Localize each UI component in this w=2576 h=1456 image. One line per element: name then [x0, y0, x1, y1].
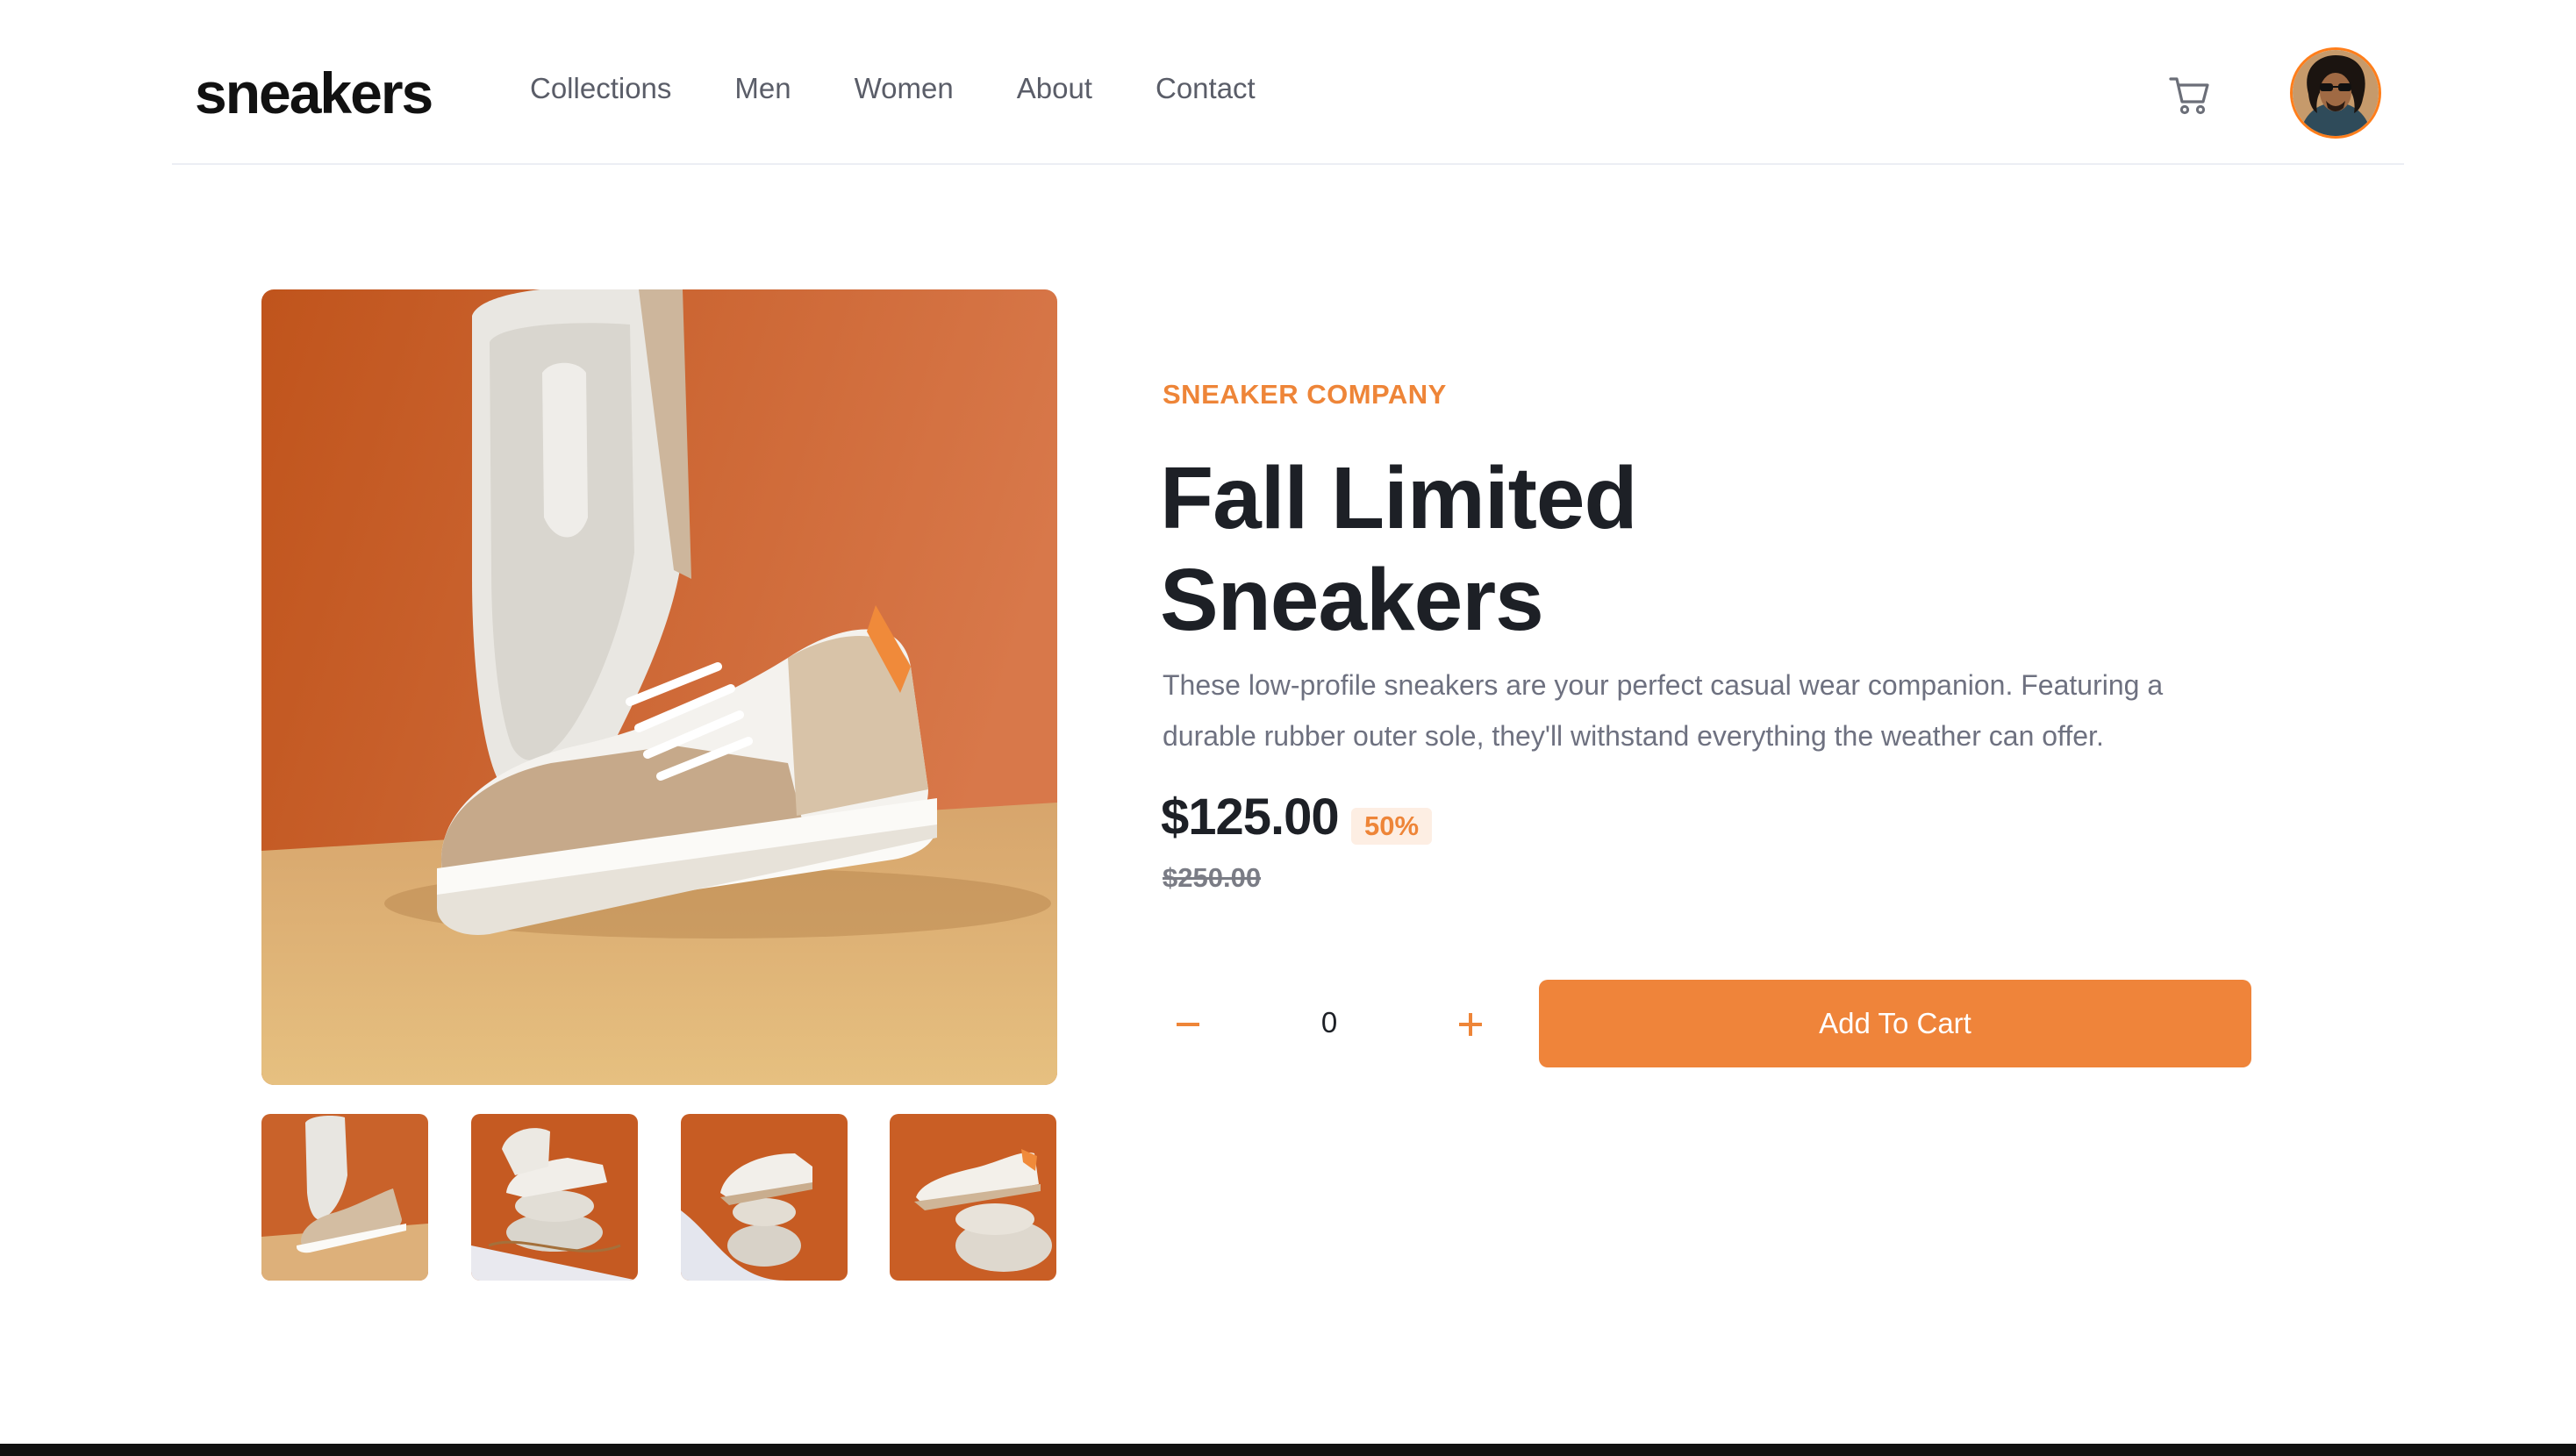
nav-item-women[interactable]: Women	[855, 72, 954, 105]
site-logo[interactable]: sneakers	[195, 60, 433, 126]
thumbnail-2[interactable]	[471, 1114, 638, 1281]
sneaker-photo[interactable]	[261, 289, 1057, 1085]
company-name: SNEAKER COMPANY	[1163, 379, 1447, 410]
site-header: sneakers Collections Men Women About Con…	[172, 0, 2404, 165]
nav-item-contact[interactable]: Contact	[1156, 72, 1256, 105]
product-title: Fall Limited Sneakers	[1160, 447, 1950, 651]
thumbnail-1[interactable]	[261, 1114, 428, 1281]
nav-item-collections[interactable]: Collections	[530, 72, 671, 105]
quantity-value[interactable]: 0	[1290, 1006, 1369, 1039]
quantity-increase-button[interactable]	[1444, 998, 1497, 1051]
discount-badge: 50%	[1351, 808, 1432, 845]
product-title-line-1: Fall Limited	[1160, 449, 1638, 547]
thumbnail-4[interactable]	[890, 1114, 1056, 1281]
quantity-decrease-button[interactable]	[1162, 998, 1214, 1051]
current-price: $125.00	[1161, 789, 1340, 846]
product-title-line-2: Sneakers	[1160, 551, 1544, 649]
window-bottom-edge	[0, 1444, 2576, 1456]
nav-item-about[interactable]: About	[1017, 72, 1092, 105]
add-to-cart-button[interactable]: Add To Cart	[1539, 980, 2251, 1067]
cart-icon[interactable]	[2169, 75, 2211, 116]
main-nav: Collections Men Women About Contact	[530, 72, 1319, 105]
thumbnail-3[interactable]	[681, 1114, 848, 1281]
nav-item-men[interactable]: Men	[734, 72, 791, 105]
user-avatar[interactable]	[2290, 47, 2381, 139]
original-price: $250.00	[1163, 862, 1262, 893]
product-description: These low-profile sneakers are your perf…	[1163, 669, 2164, 752]
